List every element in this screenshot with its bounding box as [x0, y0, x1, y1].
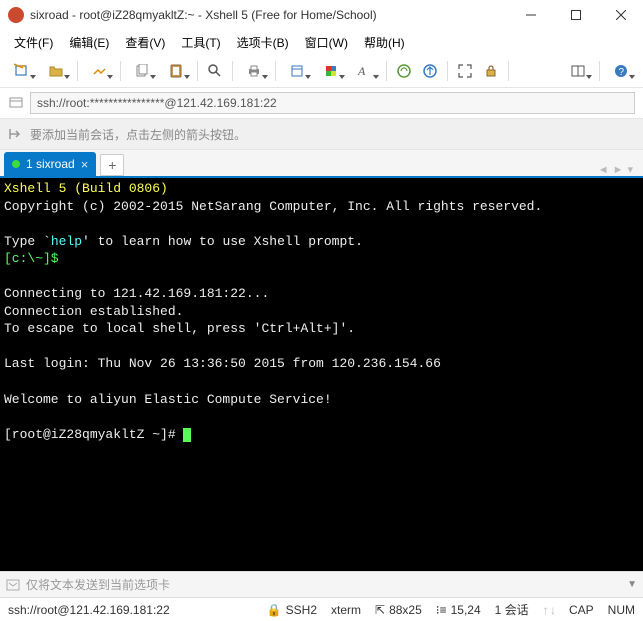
menu-window[interactable]: 窗口(W) [299, 32, 354, 53]
toolbar-separator [197, 61, 198, 81]
term-line: Xshell 5 (Build 0806) [4, 181, 168, 196]
tab-strip: 1 sixroad × + ◄ ► ▾ [0, 150, 643, 178]
lock-button[interactable] [479, 59, 503, 83]
menu-tools[interactable]: 工具(T) [175, 32, 226, 53]
reconnect-button[interactable] [83, 59, 115, 83]
status-traffic-icon: ↑ ↓ [543, 603, 555, 617]
status-termtype: xterm [331, 603, 361, 617]
status-num: NUM [608, 603, 635, 617]
menu-file[interactable]: 文件(F) [8, 32, 59, 53]
pos-icon: ⁝≡ [436, 603, 447, 617]
term-line: help [51, 234, 82, 249]
new-session-button[interactable] [6, 59, 38, 83]
minimize-button[interactable] [508, 0, 553, 30]
svg-text:A: A [357, 64, 366, 78]
term-line: Connecting to 121.42.169.181:22... [4, 286, 269, 301]
toolbar-separator [447, 61, 448, 81]
close-button[interactable] [598, 0, 643, 30]
status-size: ⇱88x25 [375, 603, 422, 617]
tab-sixroad[interactable]: 1 sixroad × [4, 152, 96, 176]
maximize-button[interactable] [553, 0, 598, 30]
address-input[interactable]: ssh://root:****************@121.42.169.1… [30, 92, 635, 114]
window-controls [508, 0, 643, 30]
tab-add-button[interactable]: + [100, 154, 124, 176]
svg-text:?: ? [619, 67, 625, 78]
lock-icon: 🔒 [267, 603, 282, 617]
fullscreen-button[interactable] [453, 59, 477, 83]
term-line: Last login: Thu Nov 26 13:36:50 2015 fro… [4, 356, 441, 371]
term-line: Welcome to aliyun Elastic Compute Servic… [4, 392, 332, 407]
status-cap: CAP [569, 603, 594, 617]
cursor [183, 428, 191, 442]
menu-tabs[interactable]: 选项卡(B) [231, 32, 295, 53]
term-line: ' to learn how to use Xshell prompt. [82, 234, 363, 249]
xagent-button[interactable] [392, 59, 416, 83]
terminal[interactable]: Xshell 5 (Build 0806) Copyright (c) 2002… [0, 178, 643, 571]
help-button[interactable]: ? [605, 59, 637, 83]
status-cursor-pos: ⁝≡15,24 [436, 603, 481, 617]
copy-button[interactable] [126, 59, 158, 83]
term-prompt: [c:\~]$ [4, 251, 59, 266]
hint-arrow-icon[interactable] [8, 127, 24, 141]
tab-close-icon[interactable]: × [81, 158, 89, 171]
layout-button[interactable] [562, 59, 594, 83]
send-icon[interactable] [6, 579, 20, 591]
term-prompt: [root@iZ28qmyakltZ ~]# [4, 427, 183, 442]
term-line: To escape to local shell, press 'Ctrl+Al… [4, 321, 355, 336]
font-button[interactable]: A [349, 59, 381, 83]
toolbar-separator [120, 61, 121, 81]
properties-button[interactable] [281, 59, 313, 83]
term-line: Copyright (c) 2002-2015 NetSarang Comput… [4, 199, 542, 214]
session-icon[interactable] [8, 95, 24, 111]
menu-help[interactable]: 帮助(H) [358, 32, 411, 53]
toolbar-separator [77, 61, 78, 81]
toolbar-separator [386, 61, 387, 81]
size-icon: ⇱ [375, 603, 385, 617]
app-icon [8, 7, 24, 23]
status-protocol: 🔒SSH2 [267, 603, 317, 617]
term-line: Type ` [4, 234, 51, 249]
toolbar-separator [508, 61, 509, 81]
hint-text: 要添加当前会话，点击左侧的箭头按钮。 [30, 126, 246, 143]
menu-view[interactable]: 查看(V) [119, 32, 171, 53]
tab-next-icon[interactable]: ► [613, 164, 624, 176]
open-button[interactable] [40, 59, 72, 83]
send-text[interactable]: 仅将文本发送到当前选项卡 [26, 576, 621, 593]
toolbar-separator [599, 61, 600, 81]
find-button[interactable] [203, 59, 227, 83]
addressbar: ssh://root:****************@121.42.169.1… [0, 88, 643, 118]
titlebar: sixroad - root@iZ28qmyakltZ:~ - Xshell 5… [0, 0, 643, 30]
toolbar-separator [275, 61, 276, 81]
send-dropdown-icon[interactable]: ▼ [627, 579, 637, 590]
statusbar: ssh://root@121.42.169.181:22 🔒SSH2 xterm… [0, 597, 643, 621]
status-sessions: 1 会话 [495, 601, 529, 618]
tab-prev-icon[interactable]: ◄ [598, 164, 609, 176]
paste-button[interactable] [160, 59, 192, 83]
tab-nav: ◄ ► ▾ [598, 163, 639, 176]
color-scheme-button[interactable] [315, 59, 347, 83]
xftp-button[interactable] [418, 59, 442, 83]
print-button[interactable] [238, 59, 270, 83]
tab-list-icon[interactable]: ▾ [627, 163, 633, 176]
toolbar: A ? [0, 54, 643, 88]
tab-label: 1 sixroad [26, 157, 75, 171]
hint-bar: 要添加当前会话，点击左侧的箭头按钮。 [0, 118, 643, 150]
menubar: 文件(F) 编辑(E) 查看(V) 工具(T) 选项卡(B) 窗口(W) 帮助(… [0, 30, 643, 54]
status-connection: ssh://root@121.42.169.181:22 [8, 603, 170, 617]
send-bar: 仅将文本发送到当前选项卡 ▼ [0, 571, 643, 597]
toolbar-separator [232, 61, 233, 81]
term-line: Connection established. [4, 304, 183, 319]
window-title: sixroad - root@iZ28qmyakltZ:~ - Xshell 5… [30, 8, 508, 22]
tab-status-dot [12, 160, 20, 168]
menu-edit[interactable]: 编辑(E) [63, 32, 115, 53]
